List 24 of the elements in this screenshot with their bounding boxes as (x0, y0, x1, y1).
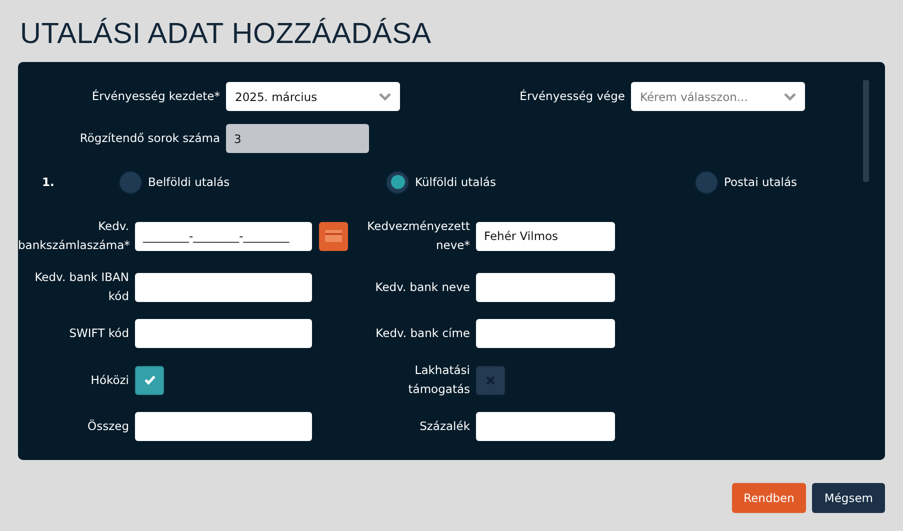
month-select[interactable]: Kérem válasszon... (631, 82, 805, 111)
field-label: Érvényesség vége (518, 88, 626, 105)
field-label: Rögzítendő sorok száma (78, 130, 221, 147)
field-label: Kedv. bank címe (374, 325, 471, 342)
row-number: 1. (41, 175, 56, 189)
dialog-button[interactable]: Mégsem (812, 483, 885, 513)
field-label: SWIFT kód (68, 325, 130, 342)
field-label: Kedvezményezett neve* (366, 218, 471, 254)
radio-option[interactable]: Külföldi utalás (386, 170, 695, 194)
dialog-button[interactable]: Rendben (732, 483, 806, 513)
field-label: Érvényesség kezdete* (90, 88, 221, 105)
field-label: Százalék (418, 418, 471, 435)
field-label: Összeg (86, 418, 130, 435)
field-label: Kedv. bankszámlaszáma* (18, 218, 131, 254)
field-label: Lakhatási támogatás (407, 362, 471, 398)
text-field[interactable]: Fehér Vilmos (476, 222, 615, 250)
field-label: Kedv. bank neve (374, 278, 471, 296)
dialog-title: UTALÁSI ADAT HOZZÁADÁSA (20, 18, 432, 52)
radio-option[interactable]: Postai utalás (695, 170, 798, 194)
radio-option[interactable]: Belföldi utalás (119, 170, 386, 194)
field-label: Kedv. bank IBAN kód (34, 269, 130, 305)
field-label: Hóközi (90, 372, 130, 388)
account-number-field[interactable]: ________-________-________ (135, 222, 312, 250)
month-select[interactable]: 2025. március (226, 82, 400, 111)
